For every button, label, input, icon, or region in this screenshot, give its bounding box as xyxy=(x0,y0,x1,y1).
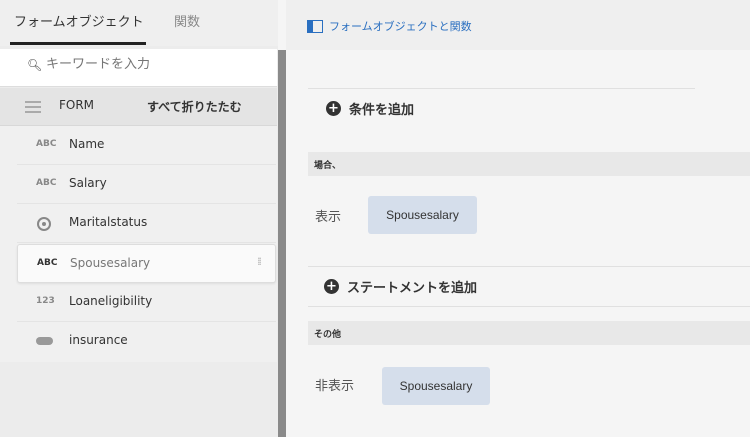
drag-handle-icon[interactable]: ⁞⁞ xyxy=(257,255,262,268)
else-target-chip[interactable]: Spousesalary xyxy=(382,367,490,405)
search-input[interactable] xyxy=(46,57,266,72)
when-section-header: 場合、 xyxy=(308,152,750,176)
form-objects-functions-link[interactable]: フォームオブジェクトと関数 xyxy=(307,18,472,34)
then-target-chip[interactable]: Spousesalary xyxy=(368,196,477,234)
form-objects-panel: フォームオブジェクト 関数 🔍︎ FORM すべて折りたたむ ABC Name … xyxy=(0,0,278,437)
scrollbar[interactable] xyxy=(278,50,286,437)
else-section-header: その他 xyxy=(308,321,750,345)
toggle-switch-icon xyxy=(36,337,53,345)
text-field-icon: ABC xyxy=(36,139,57,149)
plus-circle-icon: + xyxy=(326,101,341,116)
panel-tabs: フォームオブジェクト 関数 xyxy=(0,0,278,46)
list-item-insurance[interactable]: insurance xyxy=(17,322,276,361)
item-label: Salary xyxy=(69,176,107,190)
radio-button-icon xyxy=(37,217,51,231)
active-tab-indicator xyxy=(10,42,146,45)
text-field-icon: ABC xyxy=(37,258,58,268)
item-label: insurance xyxy=(69,333,128,347)
else-action-label[interactable]: 非表示 xyxy=(315,375,354,394)
list-item-maritalstatus[interactable]: Maritalstatus xyxy=(17,204,276,243)
link-label: フォームオブジェクトと関数 xyxy=(329,20,472,33)
divider xyxy=(308,88,695,89)
item-label: Name xyxy=(69,137,105,151)
add-statement-label: ステートメントを追加 xyxy=(347,281,478,296)
divider xyxy=(308,306,750,307)
form-label: FORM xyxy=(59,98,95,112)
list-item-salary[interactable]: ABC Salary xyxy=(17,165,276,204)
plus-circle-icon: + xyxy=(324,279,339,294)
text-field-icon: ABC xyxy=(36,178,57,188)
add-condition-button[interactable]: + 条件を追加 xyxy=(326,99,414,118)
menu-icon[interactable] xyxy=(25,101,41,113)
item-label: Spousesalary xyxy=(70,256,151,270)
tab-functions[interactable]: 関数 xyxy=(174,11,200,30)
then-action-label[interactable]: 表示 xyxy=(315,206,341,225)
add-condition-label: 条件を追加 xyxy=(349,103,415,118)
list-item-spousesalary[interactable]: ABC Spousesalary ⁞⁞ xyxy=(17,244,276,283)
item-label: Loaneligibility xyxy=(69,294,153,308)
list-item-loaneligibility[interactable]: 123 Loaneligibility xyxy=(17,283,276,322)
item-label: Maritalstatus xyxy=(69,215,148,229)
search-icon: 🔍︎ xyxy=(27,58,43,72)
form-object-list: ABC Name ABC Salary Maritalstatus ABC Sp… xyxy=(0,126,277,362)
tab-form-objects[interactable]: フォームオブジェクト xyxy=(14,11,144,30)
form-header: FORM すべて折りたたむ xyxy=(0,88,277,126)
collapse-all-button[interactable]: すべて折りたたむ xyxy=(147,98,242,115)
search-box: 🔍︎ xyxy=(0,49,277,87)
panel-icon xyxy=(307,19,323,33)
top-bar: フォームオブジェクトと関数 xyxy=(286,0,750,50)
divider xyxy=(308,266,750,267)
numeric-field-icon: 123 xyxy=(36,296,55,306)
list-item-name[interactable]: ABC Name xyxy=(17,126,276,165)
add-statement-button[interactable]: + ステートメントを追加 xyxy=(324,277,477,296)
